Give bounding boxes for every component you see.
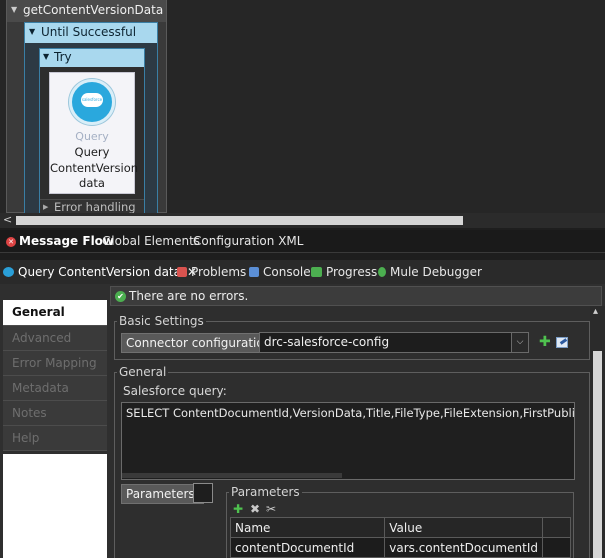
- tab-mule-debugger[interactable]: Mule Debugger: [378, 265, 482, 279]
- until-successful-title[interactable]: ▼ Until Successful: [25, 23, 157, 43]
- collapse-triangle-icon[interactable]: ▼: [29, 27, 35, 36]
- table-header-row: Name Value: [229, 517, 572, 538]
- properties-vertical-scrollbar[interactable]: ▴: [590, 306, 605, 558]
- tab-label: Message Flow: [19, 234, 115, 248]
- debugger-icon: [378, 267, 386, 277]
- salesforce-query-label: Salesforce query:: [123, 384, 227, 398]
- component-name-line: Query: [74, 145, 110, 159]
- flow-name: getContentVersionData: [23, 3, 164, 17]
- tab-problems[interactable]: Problems: [177, 265, 246, 279]
- status-message: There are no errors.: [129, 289, 249, 303]
- component-name: Query ContentVersion data: [50, 145, 139, 192]
- add-configuration-icon[interactable]: ✚: [539, 335, 551, 349]
- connector-configuration-select[interactable]: drc-salesforce-config ⌵: [259, 332, 529, 353]
- editor-tab-bar: ✕ Message Flow Global Elements Configurat…: [0, 230, 605, 253]
- scrollbar-thumb[interactable]: [593, 351, 602, 558]
- tab-configuration-xml[interactable]: Configuration XML: [193, 234, 303, 248]
- tab-label: Query ContentVersion data: [18, 265, 181, 279]
- tab-label: Mule Debugger: [390, 265, 482, 279]
- parameters-table: Name Value contentDocumentId vars.conten…: [229, 517, 572, 558]
- tab-progress[interactable]: Progress: [311, 265, 377, 279]
- tab-label: Progress: [326, 265, 378, 279]
- edit-configuration-icon[interactable]: [556, 337, 568, 348]
- expand-triangle-icon[interactable]: ▶: [43, 203, 48, 211]
- column-header-value[interactable]: Value: [384, 517, 543, 538]
- parameter-value-cell[interactable]: vars.contentDocumentId: [384, 537, 543, 558]
- console-icon: [249, 267, 259, 277]
- error-marker-icon: ✕: [6, 237, 16, 247]
- scrollbar-thumb[interactable]: [16, 216, 463, 225]
- table-row[interactable]: contentDocumentId vars.contentDocumentId: [229, 537, 572, 558]
- chevron-down-icon[interactable]: ⌵: [511, 333, 528, 352]
- collapse-triangle-icon[interactable]: ▼: [43, 52, 49, 61]
- tab-label: Console: [263, 265, 311, 279]
- sidebar-item-notes[interactable]: Notes: [3, 401, 107, 426]
- properties-sidebar: General Advanced Error Mapping Metadata …: [3, 300, 107, 451]
- connector-configuration-value: drc-salesforce-config: [264, 335, 390, 349]
- tab-label: Global Elements: [102, 234, 201, 248]
- salesforce-cloud-icon: salesforce: [81, 93, 103, 107]
- tab-global-elements[interactable]: Global Elements: [102, 234, 200, 248]
- salesforce-query-editor[interactable]: SELECT ContentDocumentId,VersionData,Tit…: [121, 402, 575, 480]
- parameters-label: Parameters:: [121, 484, 204, 504]
- progress-icon: [311, 267, 322, 277]
- try-name: Try: [54, 50, 72, 64]
- sidebar-item-error-mapping[interactable]: Error Mapping: [3, 351, 107, 376]
- tab-message-flow[interactable]: ✕ Message Flow: [6, 234, 114, 248]
- component-name-line: data: [79, 176, 105, 190]
- scroll-left-icon[interactable]: <: [3, 213, 12, 226]
- collapse-triangle-icon[interactable]: ▼: [11, 5, 17, 14]
- problems-icon: [177, 267, 187, 277]
- sidebar-item-help[interactable]: Help: [3, 426, 107, 451]
- sidebar-item-general[interactable]: General: [3, 300, 107, 326]
- add-parameter-icon[interactable]: ✚: [233, 503, 243, 515]
- delete-parameter-icon[interactable]: ✖: [250, 503, 260, 515]
- flow-title-bar[interactable]: ▼ getContentVersionData: [7, 0, 166, 22]
- salesforce-icon: salesforce: [69, 79, 115, 125]
- scroll-up-icon[interactable]: ▴: [593, 306, 598, 317]
- clear-parameters-icon[interactable]: ✂: [266, 503, 276, 515]
- parameters-checkbox[interactable]: [193, 483, 213, 503]
- query-component-card[interactable]: salesforce Query Query ContentVersion da…: [49, 72, 139, 194]
- parameter-extra-cell: [541, 537, 572, 558]
- try-title[interactable]: ▼ Try: [40, 49, 144, 67]
- error-handling-label: Error handling: [54, 200, 136, 214]
- column-header-name[interactable]: Name: [229, 517, 386, 538]
- validation-status: ✔ There are no errors.: [110, 286, 602, 306]
- salesforce-icon-text: salesforce: [81, 97, 103, 102]
- canvas-horizontal-scrollbar[interactable]: <: [0, 213, 605, 228]
- component-name-line: ContentVersion: [50, 160, 139, 175]
- parameter-name-cell[interactable]: contentDocumentId: [229, 537, 386, 558]
- component-type-label: Query: [75, 130, 109, 143]
- sidebar-empty-area: [3, 454, 107, 558]
- flow-container[interactable]: ▼ getContentVersionData ▼ Until Successf…: [6, 0, 167, 215]
- connector-configuration-label: Connector configuration:: [121, 333, 281, 353]
- basic-settings-legend: Basic Settings: [119, 314, 204, 328]
- try-scope[interactable]: ▼ Try salesforce Query Query ContentVers…: [39, 48, 145, 215]
- scope-name: Until Successful: [41, 25, 137, 39]
- parameters-legend: Parameters: [231, 485, 300, 499]
- tab-label: Problems: [191, 265, 247, 279]
- sidebar-item-metadata[interactable]: Metadata: [3, 376, 107, 401]
- sidebar-item-advanced[interactable]: Advanced: [3, 326, 107, 351]
- column-header-extra: [541, 517, 572, 538]
- flow-canvas[interactable]: ▼ getContentVersionData ▼ Until Successf…: [0, 0, 605, 215]
- tab-console[interactable]: Console: [249, 265, 311, 279]
- tab-label: Configuration XML: [193, 234, 304, 248]
- check-icon: ✔: [115, 291, 126, 302]
- tab-query-contentversion-data[interactable]: Query ContentVersion data ✕: [3, 265, 197, 279]
- query-horizontal-scrollbar[interactable]: [122, 473, 342, 478]
- general-legend: General: [119, 365, 167, 379]
- until-successful-scope[interactable]: ▼ Until Successful ▼ Try salesforce Quer…: [24, 22, 158, 215]
- salesforce-icon: [3, 267, 14, 277]
- view-tab-bar: Query ContentVersion data ✕ Problems Cons…: [0, 260, 605, 284]
